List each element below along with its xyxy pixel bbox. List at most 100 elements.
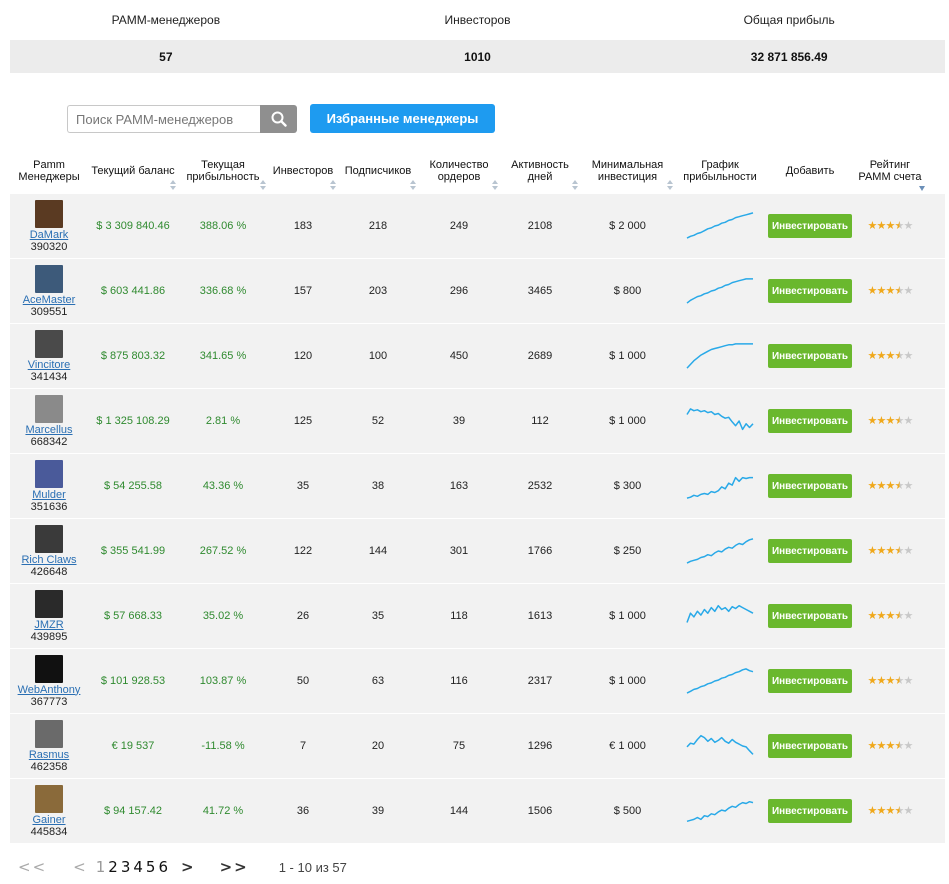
sort-icon[interactable] [330, 180, 336, 190]
profit-sparkline[interactable] [684, 274, 756, 308]
star-icon: ★ [885, 219, 896, 232]
manager-id: 445834 [30, 825, 68, 838]
manager-link[interactable]: Rasmus [29, 749, 69, 761]
favorite-managers-button[interactable]: Избранные менеджеры [310, 104, 495, 133]
col-header-profit-chart: График прибыльности [683, 159, 757, 183]
manager-link[interactable]: AceMaster [23, 294, 76, 306]
avatar[interactable] [35, 784, 63, 813]
sort-icon[interactable] [170, 180, 176, 190]
invest-button[interactable]: Инвестировать [768, 344, 852, 368]
pager-page-1[interactable]: 1 [96, 858, 106, 876]
subscribers-cell: 20 [371, 740, 385, 752]
pager-page-5[interactable]: 5 [146, 858, 156, 876]
profit-sparkline[interactable] [684, 404, 756, 438]
col-header-orders[interactable]: Количество ордеров [418, 148, 500, 194]
subscribers-cell: 38 [371, 480, 385, 492]
pager-prev[interactable]: < [73, 858, 86, 876]
star-icon: ★ [867, 414, 878, 427]
col-header-rating[interactable]: Рейтинг PAMM счета [855, 148, 925, 194]
star-icon: ★ [876, 349, 887, 362]
avatar[interactable] [35, 394, 63, 423]
profit-sparkline[interactable] [684, 794, 756, 828]
profit-sparkline[interactable] [684, 599, 756, 633]
investors-cell: 50 [296, 675, 310, 687]
avatar[interactable] [35, 264, 63, 293]
invest-button[interactable]: Инвестировать [768, 799, 852, 823]
invest-button[interactable]: Инвестировать [768, 734, 852, 758]
sort-icon[interactable] [260, 180, 266, 190]
invest-button[interactable]: Инвестировать [768, 474, 852, 498]
avatar[interactable] [35, 654, 63, 683]
orders-cell: 163 [449, 480, 469, 492]
avatar[interactable] [35, 524, 63, 553]
star-icon: ★ [903, 544, 914, 557]
balance-cell: $ 101 928.53 [100, 675, 166, 687]
search-input[interactable] [67, 105, 260, 133]
col-header-min-investment[interactable]: Минимальная инвестиция [580, 148, 675, 194]
profit-sparkline[interactable] [684, 664, 756, 698]
manager-cell: Gainer 445834 [10, 779, 88, 844]
manager-link[interactable]: WebAnthony [18, 684, 81, 696]
invest-button[interactable]: Инвестировать [768, 604, 852, 628]
profit-sparkline[interactable] [684, 469, 756, 503]
manager-cell: Rasmus 462358 [10, 714, 88, 779]
pager-page-6[interactable]: 6 [158, 858, 168, 876]
avatar[interactable] [35, 589, 63, 618]
profitability-cell: 103.87 % [199, 675, 247, 687]
manager-link[interactable]: DaMark [30, 229, 69, 241]
activity-days-cell: 1506 [527, 805, 553, 817]
search-button[interactable] [260, 105, 297, 133]
pager-page-2[interactable]: 2 [108, 858, 118, 876]
manager-link[interactable]: Rich Claws [21, 554, 76, 566]
pager-last[interactable]: >> [220, 858, 249, 876]
manager-link[interactable]: Gainer [32, 814, 65, 826]
manager-link[interactable]: Vincitore [28, 359, 71, 371]
col-header-balance[interactable]: Текущий баланс [88, 148, 178, 194]
pager-page-3[interactable]: 3 [121, 858, 131, 876]
avatar[interactable] [35, 199, 63, 228]
avatar[interactable] [35, 719, 63, 748]
manager-link[interactable]: JMZR [34, 619, 63, 631]
invest-button[interactable]: Инвестировать [768, 214, 852, 238]
investors-cell: 7 [299, 740, 307, 752]
rating-stars: ★ ★ ★ ★ ★ [868, 219, 914, 232]
pager-first[interactable]: << [18, 858, 47, 876]
orders-cell: 75 [452, 740, 466, 752]
star-icon: ★ [876, 674, 887, 687]
invest-button[interactable]: Инвестировать [768, 409, 852, 433]
invest-button[interactable]: Инвестировать [768, 539, 852, 563]
star-icon: ★ [876, 219, 887, 232]
star-icon: ★ [894, 479, 905, 492]
rating-stars: ★ ★ ★ ★ ★ [868, 349, 914, 362]
star-icon: ★ [876, 609, 887, 622]
sort-icon[interactable] [410, 180, 416, 190]
manager-link[interactable]: Mulder [32, 489, 66, 501]
rating-stars: ★ ★ ★ ★ ★ [868, 740, 914, 752]
sort-icon[interactable] [572, 180, 578, 190]
profit-sparkline[interactable] [684, 209, 756, 243]
profit-sparkline[interactable] [684, 339, 756, 373]
pager-page-4[interactable]: 4 [133, 858, 143, 876]
invest-button[interactable]: Инвестировать [768, 669, 852, 693]
orders-cell: 39 [452, 415, 466, 427]
col-header-investors[interactable]: Инвесторов [268, 148, 338, 194]
balance-cell: $ 875 803.32 [100, 350, 166, 362]
star-icon: ★ [894, 414, 905, 427]
col-header-profitability[interactable]: Текущая прибыльность [178, 148, 268, 194]
manager-link[interactable]: Marcellus [25, 424, 72, 436]
col-header-managers[interactable]: Pamm Менеджеры [10, 148, 88, 194]
avatar[interactable] [35, 459, 63, 488]
invest-button[interactable]: Инвестировать [768, 279, 852, 303]
balance-cell: $ 54 255.58 [103, 480, 163, 492]
profit-sparkline[interactable] [684, 534, 756, 568]
sort-desc-icon[interactable] [919, 186, 925, 191]
sort-icon[interactable] [667, 180, 673, 190]
sort-icon[interactable] [492, 180, 498, 190]
subscribers-cell: 63 [371, 675, 385, 687]
col-header-activity-days[interactable]: Активность дней [500, 148, 580, 194]
manager-cell: JMZR 439895 [10, 584, 88, 649]
col-header-subscribers[interactable]: Подписчиков [338, 148, 418, 194]
avatar[interactable] [35, 329, 63, 358]
pager-next[interactable]: > [181, 858, 194, 876]
profit-sparkline[interactable] [684, 729, 756, 763]
